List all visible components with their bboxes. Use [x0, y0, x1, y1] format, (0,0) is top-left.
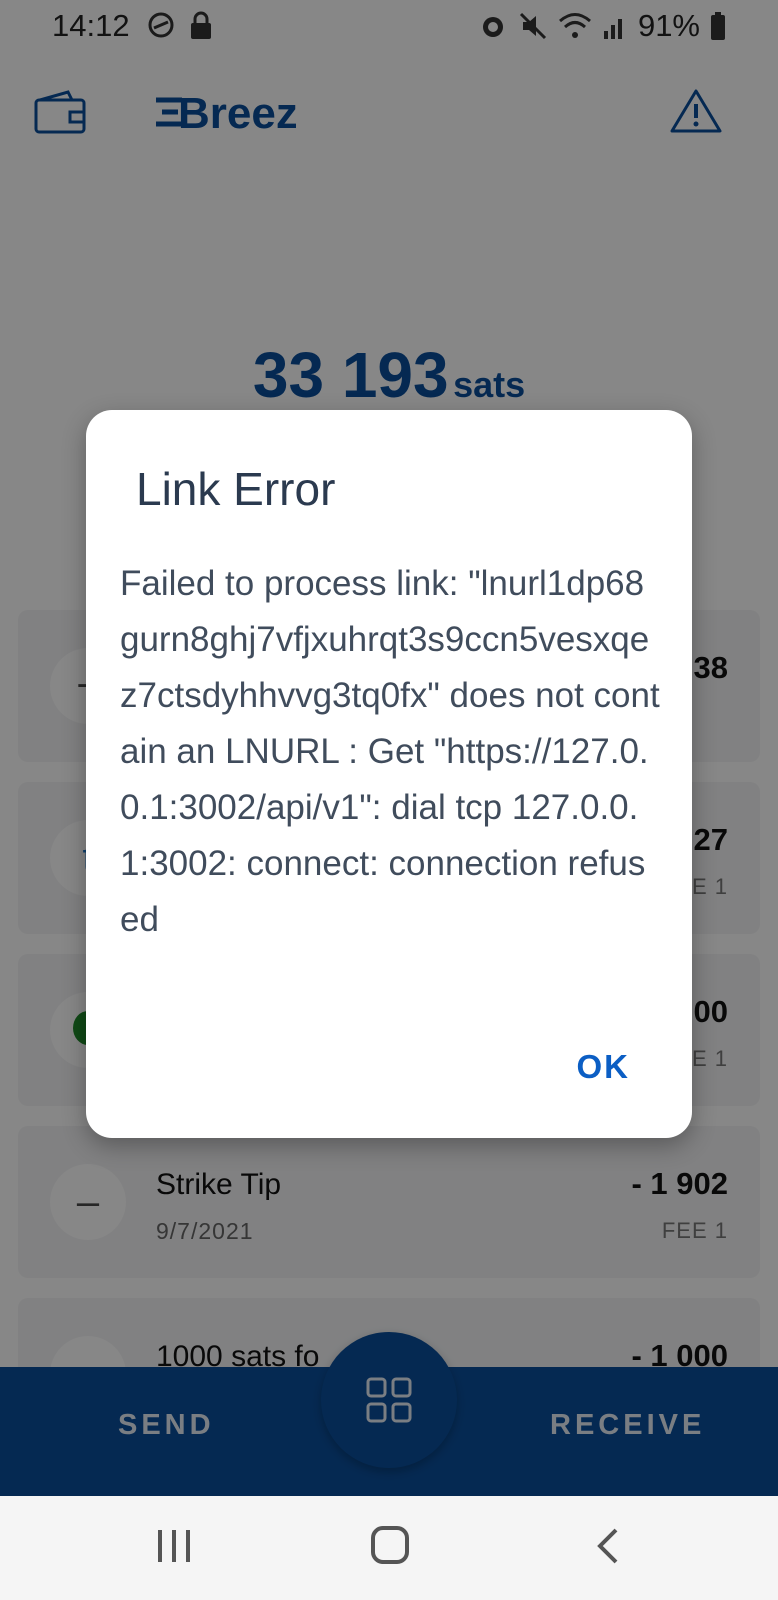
app-screen: 14:12 91% Breez 33 193 sats 38 27 E 1 00… [0, 0, 778, 1600]
ok-button[interactable]: OK [577, 1048, 631, 1086]
dialog-message: Failed to process link: "lnurl1dp68gurn8… [120, 564, 660, 939]
dialog-title: Link Error [136, 463, 336, 515]
home-icon[interactable] [370, 1524, 410, 1566]
system-nav-bar [0, 1496, 778, 1600]
recent-apps-icon[interactable] [156, 1526, 192, 1566]
back-icon[interactable] [596, 1526, 620, 1566]
link-error-dialog: Link Error Failed to process link: "lnur… [86, 410, 692, 1138]
